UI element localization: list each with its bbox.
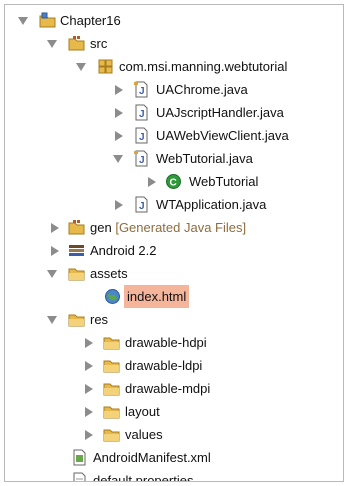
expand-toggle[interactable]	[85, 338, 93, 348]
tree-item-res-folder[interactable]: drawable-hdpi	[5, 331, 343, 354]
svg-text:J: J	[139, 109, 145, 120]
tree-label: assets	[90, 266, 128, 281]
tree-item-uawebviewclient[interactable]: J UAWebViewClient.java	[5, 124, 343, 147]
xml-file-icon	[71, 449, 88, 466]
folder-icon	[103, 334, 120, 351]
tree-item-res-folder[interactable]: layout	[5, 400, 343, 423]
folder-icon	[103, 357, 120, 374]
class-icon: C	[165, 173, 182, 190]
expand-toggle[interactable]	[47, 316, 57, 324]
expand-toggle[interactable]	[115, 200, 123, 210]
java-file-icon: J	[133, 104, 150, 121]
tree-item-res-folder[interactable]: drawable-mdpi	[5, 377, 343, 400]
expand-toggle[interactable]	[115, 108, 123, 118]
tree-item-res-folder[interactable]: drawable-ldpi	[5, 354, 343, 377]
tree-item-uachrome[interactable]: J UAChrome.java	[5, 78, 343, 101]
tree-item-properties[interactable]: default.properties	[5, 469, 343, 482]
svg-text:J: J	[139, 201, 145, 212]
folder-icon	[103, 403, 120, 420]
tree-item-package[interactable]: com.msi.manning.webtutorial	[5, 55, 343, 78]
tree-label: values	[125, 427, 163, 442]
expand-toggle[interactable]	[115, 85, 123, 95]
tree-item-src[interactable]: src	[5, 32, 343, 55]
tree-label: UAJscriptHandler.java	[156, 105, 284, 120]
tree-label: com.msi.manning.webtutorial	[119, 59, 288, 74]
svg-text:C: C	[170, 178, 177, 189]
tree-item-manifest[interactable]: AndroidManifest.xml	[5, 446, 343, 469]
library-icon	[68, 242, 85, 259]
tree-label: drawable-hdpi	[125, 335, 207, 350]
tree-label: src	[90, 36, 108, 51]
tree-label: WebTutorial	[189, 174, 259, 189]
package-explorer: Chapter16 src com.msi.manning.webtutoria…	[4, 4, 344, 482]
tree-label: AndroidManifest.xml	[93, 450, 211, 465]
expand-toggle[interactable]	[113, 155, 123, 163]
tree-item-res-folder[interactable]: values	[5, 423, 343, 446]
tree-item-assets[interactable]: assets	[5, 262, 343, 285]
project-tree: Chapter16 src com.msi.manning.webtutoria…	[5, 9, 343, 482]
svg-text:J: J	[139, 155, 145, 166]
package-icon	[97, 58, 114, 75]
tree-label: UAWebViewClient.java	[156, 128, 289, 143]
source-folder-icon	[68, 219, 85, 236]
tree-item-webtutorial-java[interactable]: J WebTutorial.java	[5, 147, 343, 170]
expand-toggle[interactable]	[85, 361, 93, 371]
expand-toggle[interactable]	[47, 40, 57, 48]
properties-file-icon	[71, 472, 88, 481]
folder-icon	[68, 265, 85, 282]
java-file-icon: J	[133, 196, 150, 213]
tree-item-android-library[interactable]: Android 2.2	[5, 239, 343, 262]
tree-item-wtapplication[interactable]: J WTApplication.java	[5, 193, 343, 216]
folder-icon	[103, 380, 120, 397]
gen-suffix: [Generated Java Files]	[115, 220, 247, 235]
tree-item-gen[interactable]: gen [Generated Java Files]	[5, 216, 343, 239]
expand-toggle[interactable]	[148, 177, 156, 187]
tree-item-chapter16[interactable]: Chapter16	[5, 9, 343, 32]
folder-icon	[103, 426, 120, 443]
tree-label: Android 2.2	[90, 243, 157, 258]
source-folder-icon	[68, 35, 85, 52]
tree-label: WTApplication.java	[156, 197, 267, 212]
tree-label: drawable-mdpi	[125, 381, 211, 396]
expand-toggle[interactable]	[76, 63, 86, 71]
tree-item-uajscripthandler[interactable]: J UAJscriptHandler.java	[5, 101, 343, 124]
tree-label: Chapter16	[60, 13, 121, 28]
expand-toggle[interactable]	[47, 270, 57, 278]
tree-label: default.properties	[93, 473, 194, 482]
tree-item-webtutorial-class[interactable]: C WebTutorial	[5, 170, 343, 193]
java-file-icon: J	[133, 81, 150, 98]
folder-icon	[68, 311, 85, 328]
expand-toggle[interactable]	[85, 430, 93, 440]
expand-toggle[interactable]	[51, 246, 59, 256]
expand-toggle[interactable]	[115, 131, 123, 141]
tree-label: WebTutorial.java	[156, 151, 253, 166]
project-icon	[39, 12, 56, 29]
tree-label: res	[90, 312, 109, 327]
tree-item-index-html[interactable]: index.html	[5, 285, 343, 308]
tree-label: index.html	[124, 285, 190, 308]
svg-text:J: J	[139, 132, 145, 143]
expand-toggle[interactable]	[51, 223, 59, 233]
tree-label: gen [Generated Java Files]	[90, 216, 246, 239]
globe-icon	[104, 288, 121, 305]
java-file-icon: J	[133, 127, 150, 144]
expand-toggle[interactable]	[85, 407, 93, 417]
gen-name: gen	[90, 220, 112, 235]
svg-text:J: J	[139, 86, 145, 97]
tree-label: drawable-ldpi	[125, 358, 203, 373]
expand-toggle[interactable]	[18, 17, 28, 25]
java-file-icon: J	[133, 150, 150, 167]
tree-label: UAChrome.java	[156, 82, 248, 97]
tree-item-res[interactable]: res	[5, 308, 343, 331]
tree-label: layout	[125, 404, 160, 419]
expand-toggle[interactable]	[85, 384, 93, 394]
